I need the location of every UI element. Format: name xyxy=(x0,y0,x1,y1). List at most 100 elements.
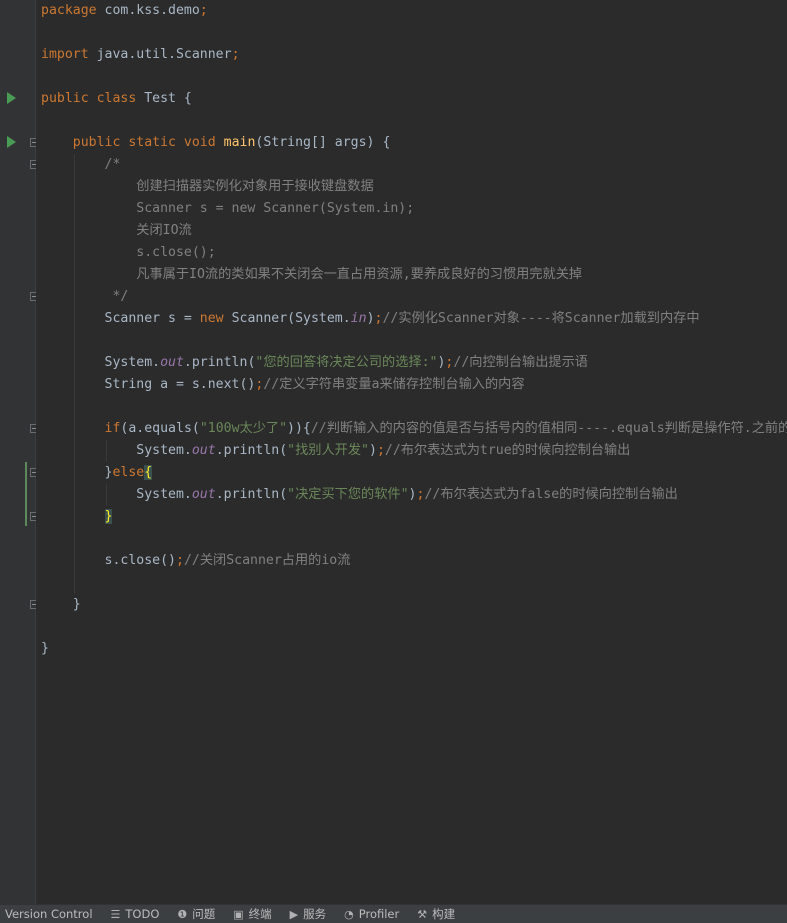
build-tab[interactable]: ⚒ 构建 xyxy=(417,906,455,922)
code-token: if xyxy=(104,421,121,436)
code-token: else xyxy=(112,465,145,480)
code-token: out xyxy=(191,443,216,458)
code-line: public class Test { xyxy=(41,88,192,110)
code-token: in xyxy=(350,311,367,326)
code-line: 关闭IO流 xyxy=(41,220,192,242)
code-token: .println( xyxy=(215,487,288,502)
code-token: (a.equals( xyxy=(120,421,200,436)
code-token: { xyxy=(144,465,153,480)
code-token: Scanner s = new Scanner(System.in); xyxy=(41,201,415,216)
code-editor[interactable]: package com.kss.demo; import java.util.Sc… xyxy=(36,0,787,905)
code-token: System. xyxy=(41,487,192,502)
code-token: //实例化Scanner对象----将Scanner加载到内存中 xyxy=(382,311,700,326)
code-token: System. xyxy=(41,355,161,370)
code-token: /* xyxy=(41,157,121,172)
code-line: package com.kss.demo; xyxy=(41,0,208,22)
code-token: out xyxy=(160,355,184,370)
build-label: 构建 xyxy=(432,907,456,921)
todo-label: TODO xyxy=(125,907,160,921)
code-token: "找别人开发" xyxy=(287,443,369,458)
code-token: "决定买下您的软件" xyxy=(287,487,409,502)
code-line: /* xyxy=(41,154,121,176)
code-token: //布尔表达式为true的时候向控制台输出 xyxy=(384,443,631,458)
code-token: */ xyxy=(41,289,129,304)
code-token: com.kss.demo xyxy=(96,3,200,18)
code-token: } xyxy=(41,465,113,480)
code-line: System.out.println("决定买下您的软件");//布尔表达式为f… xyxy=(41,484,678,506)
code-token: s.close(); xyxy=(41,245,216,260)
code-line: } xyxy=(41,506,113,528)
code-token: } xyxy=(41,641,49,656)
editor-gutter xyxy=(0,0,39,905)
profiler-tab[interactable]: ◔ Profiler xyxy=(344,907,399,921)
code-token: 关闭IO流 xyxy=(41,223,192,238)
code-token: //判断输入的内容的值是否与括号内的值相同----.equals判断是操作符.之… xyxy=(310,421,787,436)
hammer-icon: ⚒ xyxy=(417,907,428,921)
code-token: ; xyxy=(175,553,184,568)
code-line: } xyxy=(41,594,81,616)
info-icon: ❶ xyxy=(177,907,188,921)
list-icon: ☰ xyxy=(110,907,121,921)
code-token: "100w太少了" xyxy=(199,421,288,436)
code-token: import xyxy=(41,47,89,62)
terminal-icon: ▣ xyxy=(233,907,244,921)
code-token: ; xyxy=(376,443,385,458)
vcs-change-marker xyxy=(25,462,27,526)
services-label: 服务 xyxy=(303,907,327,921)
code-token: ; xyxy=(231,47,240,62)
code-line: import java.util.Scanner; xyxy=(41,44,240,66)
version-control-label: Version Control xyxy=(5,907,93,921)
code-token: Scanner(System. xyxy=(223,311,351,326)
todo-tab[interactable]: ☰ TODO xyxy=(111,907,160,921)
code-token: //定义字符串变量a来储存控制台输入的内容 xyxy=(263,377,525,392)
code-token: Scanner s = xyxy=(41,311,200,326)
code-line: */ xyxy=(41,286,128,308)
run-main-icon[interactable] xyxy=(7,136,16,148)
code-token: java.util.Scanner xyxy=(88,47,232,62)
code-token: //向控制台输出提示语 xyxy=(453,355,588,370)
code-line: public static void main(String[] args) { xyxy=(41,132,391,154)
problems-label: 问题 xyxy=(192,907,216,921)
code-token: package xyxy=(41,3,97,18)
play-icon: ▶ xyxy=(289,907,299,921)
code-line: System.out.println("找别人开发");//布尔表达式为true… xyxy=(41,440,630,462)
profiler-icon: ◔ xyxy=(344,907,354,921)
code-token: "您的回答将决定公司的选择:" xyxy=(255,355,438,370)
code-line: 创建扫描器实例化对象用于接收键盘数据 xyxy=(41,176,373,198)
code-line: Scanner s = new Scanner(System.in); xyxy=(41,198,414,220)
run-class-icon[interactable] xyxy=(7,92,16,104)
code-token: .println( xyxy=(183,355,256,370)
terminal-tab[interactable]: ▣ 终端 xyxy=(233,906,271,922)
code-line: }else{ xyxy=(41,462,153,484)
problems-tab[interactable]: ❶ 问题 xyxy=(177,906,215,922)
code-line: s.close(); xyxy=(41,242,216,264)
code-token: String a = s.next() xyxy=(41,377,256,392)
code-token: } xyxy=(104,509,113,524)
code-token: Test { xyxy=(136,91,192,106)
code-token: ) xyxy=(366,311,375,326)
profiler-label: Profiler xyxy=(358,907,400,921)
code-token: //关闭Scanner占用的io流 xyxy=(183,553,351,568)
status-bar: Version Control ☰ TODO ❶ 问题 ▣ 终端 ▶ 服务 ◔ … xyxy=(0,904,787,923)
code-token: public static void xyxy=(72,135,216,150)
code-token: } xyxy=(41,597,81,612)
code-token: //布尔表达式为false的时候向控制台输出 xyxy=(424,487,678,502)
code-token: public class xyxy=(41,91,137,106)
version-control-tab[interactable]: Version Control xyxy=(5,907,93,921)
code-line: 凡事属于IO流的类如果不关闭会一直占用资源,要养成良好的习惯用完就关掉 xyxy=(41,264,582,286)
services-tab[interactable]: ▶ 服务 xyxy=(290,906,326,922)
code-line: s.close();//关闭Scanner占用的io流 xyxy=(41,550,351,572)
code-line: if(a.equals("100w太少了")){//判断输入的内容的值是否与括号… xyxy=(41,418,787,440)
code-line: } xyxy=(41,638,49,660)
code-token: )){ xyxy=(287,421,311,436)
code-token: ) xyxy=(368,443,377,458)
code-token: System. xyxy=(41,443,192,458)
code-token: 凡事属于IO流的类如果不关闭会一直占用资源,要养成良好的习惯用完就关掉 xyxy=(41,267,583,282)
code-token: main xyxy=(223,135,256,150)
terminal-label: 终端 xyxy=(248,907,272,921)
code-token: (String[] args) { xyxy=(255,135,391,150)
